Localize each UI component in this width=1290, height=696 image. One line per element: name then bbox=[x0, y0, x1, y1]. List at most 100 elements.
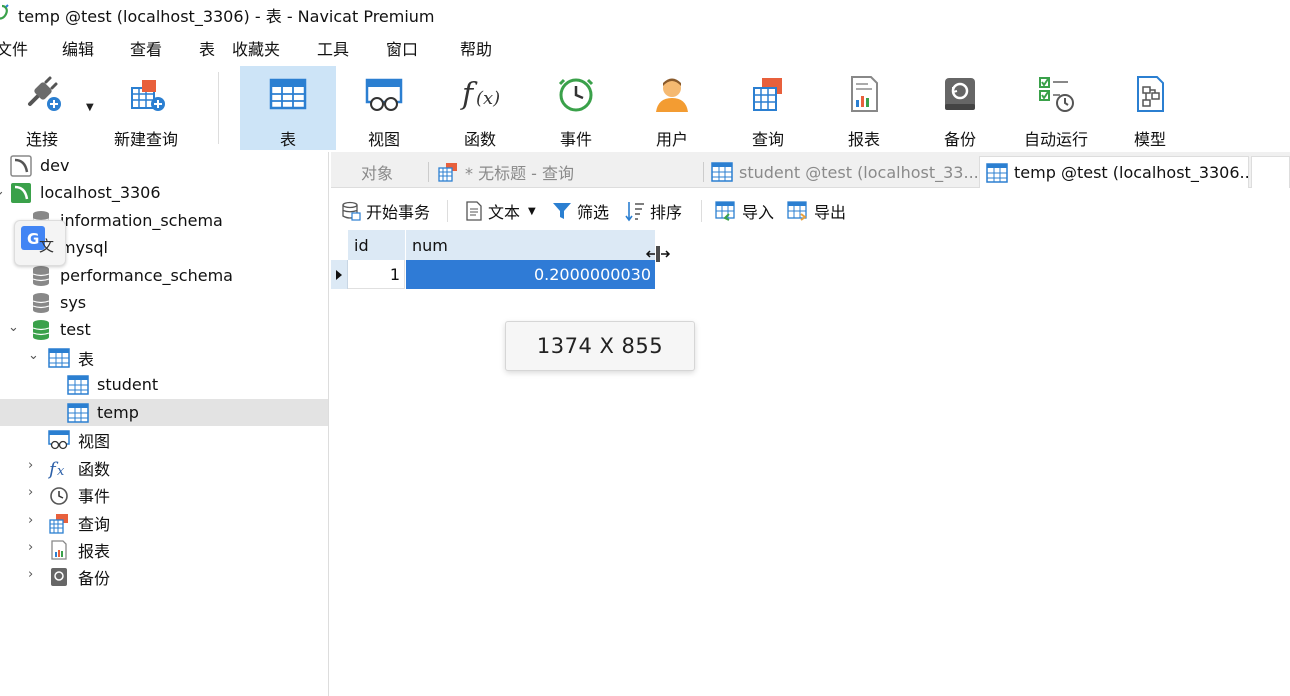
window-size-tooltip: 1374 X 855 bbox=[505, 321, 695, 371]
backup-icon bbox=[945, 78, 975, 110]
tree-item-reports[interactable]: › 报表 bbox=[0, 536, 328, 563]
tab-separator bbox=[703, 162, 704, 182]
chevron-down-icon[interactable]: ⌄ bbox=[0, 184, 5, 199]
chevron-right-icon[interactable]: › bbox=[28, 485, 33, 500]
navicat-app-icon bbox=[0, 4, 9, 20]
badge-text: 文 bbox=[39, 237, 54, 255]
import-icon bbox=[715, 201, 735, 221]
data-grid: id num 1 0.2000000030 bbox=[331, 230, 1290, 696]
chevron-right-icon[interactable]: › bbox=[28, 540, 33, 555]
chevron-down-icon[interactable]: ⌄ bbox=[28, 348, 39, 363]
table-icon bbox=[986, 162, 1008, 183]
text-view-button[interactable]: 文本 ▼ bbox=[465, 198, 536, 224]
connect-dropdown-caret[interactable]: ▼ bbox=[86, 102, 94, 113]
plug-icon bbox=[28, 76, 61, 111]
function-icon: f (x) bbox=[460, 77, 500, 112]
chevron-right-icon[interactable]: › bbox=[28, 458, 33, 473]
svg-text:(x): (x) bbox=[476, 88, 500, 109]
model-icon bbox=[1137, 76, 1164, 112]
menu-table[interactable]: 表 bbox=[199, 36, 215, 60]
tree-item-localhost[interactable]: ⌄ localhost_3306 bbox=[0, 179, 328, 206]
filter-icon bbox=[553, 203, 571, 219]
view-icon bbox=[365, 78, 403, 111]
filter-button[interactable]: 筛选 bbox=[552, 198, 609, 224]
import-button[interactable]: 导入 bbox=[715, 198, 774, 224]
title-bar: temp @test (localhost_3306) - 表 - Navica… bbox=[0, 0, 1290, 27]
export-button[interactable]: 导出 bbox=[787, 198, 846, 224]
new-query-icon bbox=[131, 80, 165, 111]
tree-item-views[interactable]: 视图 bbox=[0, 426, 328, 453]
menu-tools[interactable]: 工具 bbox=[317, 36, 349, 60]
tree-item-events[interactable]: › 事件 bbox=[0, 481, 328, 508]
report-button[interactable]: 报表 bbox=[826, 66, 902, 150]
query-button[interactable]: 查询 bbox=[730, 66, 806, 150]
table-icon bbox=[711, 162, 733, 182]
query-icon bbox=[438, 163, 457, 182]
function-label: 函数 bbox=[463, 130, 496, 149]
new-query-button[interactable]: 新建查询 bbox=[108, 66, 184, 150]
chevron-right-icon[interactable]: › bbox=[28, 513, 33, 528]
model-button[interactable]: 模型 bbox=[1112, 66, 1188, 150]
sort-button[interactable]: 排序 bbox=[625, 198, 682, 224]
tree-item-temp[interactable]: temp bbox=[0, 399, 328, 426]
menu-favorites[interactable]: 收藏夹 bbox=[232, 36, 280, 60]
begin-transaction-button[interactable]: 开始事务 bbox=[341, 198, 430, 224]
chevron-down-icon[interactable]: ⌄ bbox=[8, 320, 19, 335]
row-indicator[interactable] bbox=[331, 260, 348, 289]
google-translate-icon: G 文 bbox=[21, 226, 54, 255]
tab-untitled-query[interactable]: * 无标题 - 查询 bbox=[431, 156, 701, 188]
tree-item-student[interactable]: student bbox=[0, 371, 328, 398]
tab-objects[interactable]: 对象 bbox=[361, 156, 431, 188]
tab-student[interactable]: student @test (localhost_33... bbox=[705, 156, 977, 188]
database-active-icon bbox=[32, 319, 50, 340]
view-label: 视图 bbox=[367, 130, 400, 149]
report-label: 报表 bbox=[847, 130, 880, 149]
toolbar-separator bbox=[701, 200, 702, 222]
chevron-right-icon[interactable]: › bbox=[28, 567, 33, 582]
menu-file[interactable]: 文件 bbox=[0, 36, 28, 60]
menu-help[interactable]: 帮助 bbox=[460, 36, 492, 60]
backup-button[interactable]: 备份 bbox=[922, 66, 998, 150]
tree-item-dev[interactable]: dev bbox=[0, 152, 328, 179]
menu-window[interactable]: 窗口 bbox=[386, 36, 418, 60]
tree-item-queries[interactable]: › 查询 bbox=[0, 509, 328, 536]
tree-item-functions[interactable]: › fx 函数 bbox=[0, 454, 328, 481]
tab-temp[interactable]: temp @test (localhost_3306... bbox=[979, 156, 1249, 188]
function-button[interactable]: f (x) 函数 bbox=[442, 66, 518, 150]
toolbar-separator bbox=[218, 72, 219, 144]
user-button[interactable]: 用户 bbox=[634, 66, 710, 150]
tree-item-test[interactable]: ⌄ test bbox=[0, 316, 328, 343]
export-icon bbox=[787, 201, 807, 221]
automation-button[interactable]: 自动运行 bbox=[1010, 66, 1102, 150]
event-button[interactable]: 事件 bbox=[538, 66, 614, 150]
table-icon bbox=[48, 347, 70, 368]
menu-view[interactable]: 查看 bbox=[130, 36, 162, 60]
window-title: temp @test (localhost_3306) - 表 - Navica… bbox=[18, 7, 435, 26]
automation-icon bbox=[1039, 77, 1074, 112]
backup-icon bbox=[51, 567, 67, 586]
caret-down-icon[interactable]: ▼ bbox=[528, 206, 536, 217]
tree-item-backups[interactable]: › 备份 bbox=[0, 563, 328, 590]
tree-item-sys[interactable]: sys bbox=[0, 289, 328, 316]
event-label: 事件 bbox=[559, 130, 592, 149]
query-label: 查询 bbox=[751, 130, 784, 149]
table-button[interactable]: 表 bbox=[240, 66, 336, 150]
new-tab-area[interactable] bbox=[1251, 156, 1290, 188]
tree-item-tables[interactable]: ⌄ 表 bbox=[0, 344, 328, 371]
report-icon bbox=[851, 76, 878, 112]
column-header-num[interactable]: num bbox=[406, 230, 655, 260]
column-header-id[interactable]: id bbox=[348, 230, 406, 260]
tab-bar: 对象 * 无标题 - 查询 student @test (localhost_3… bbox=[331, 152, 1290, 188]
connect-button[interactable]: 连接 bbox=[8, 66, 76, 150]
database-icon bbox=[32, 292, 50, 313]
current-row-arrow-icon bbox=[336, 269, 342, 280]
view-button[interactable]: 视图 bbox=[346, 66, 422, 150]
table-label: 表 bbox=[279, 130, 296, 149]
document-icon bbox=[466, 201, 482, 221]
menu-edit[interactable]: 编辑 bbox=[62, 36, 94, 60]
cell-id[interactable]: 1 bbox=[348, 260, 405, 289]
cell-num-selected[interactable]: 0.2000000030 bbox=[406, 260, 655, 289]
connection-icon bbox=[10, 154, 32, 177]
google-translate-badge[interactable]: G 文 bbox=[14, 220, 66, 266]
database-icon bbox=[32, 265, 50, 286]
